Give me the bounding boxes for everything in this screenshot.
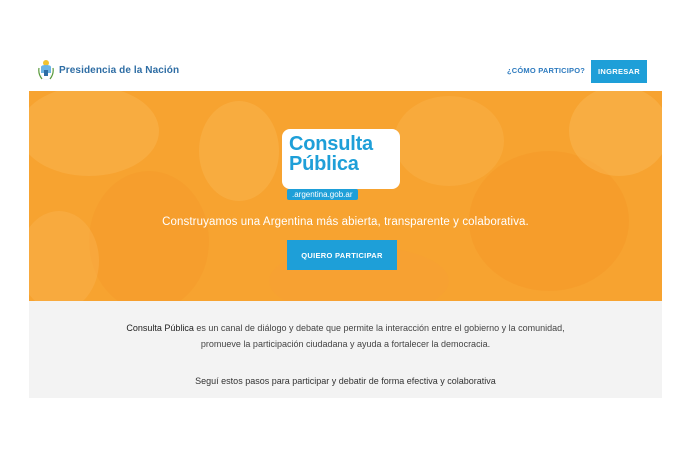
header: Presidencia de la Nación ¿CÓMO PARTICIPO… [29, 50, 662, 91]
intro-line1: es un canal de diálogo y debate que perm… [193, 323, 565, 333]
consulta-publica-logo: Consulta Pública .argentina.gob.ar [282, 129, 402, 200]
brand-name: Presidencia de la Nación [59, 64, 180, 76]
hero-tagline: Construyamos una Argentina más abierta, … [162, 216, 529, 228]
intro-site-name: Consulta Pública [126, 323, 194, 333]
page: Presidencia de la Nación ¿CÓMO PARTICIPO… [29, 50, 662, 398]
coat-of-arms-icon [38, 60, 54, 80]
logo-title-line1: Consulta [289, 133, 373, 155]
logo-title-line2: Pública [289, 153, 359, 175]
participate-button[interactable]: QUIERO PARTICIPAR [287, 240, 397, 270]
intro-paragraph: Consulta Pública es un canal de diálogo … [29, 320, 662, 352]
how-to-participate-link[interactable]: ¿CÓMO PARTICIPO? [507, 66, 585, 75]
hero-banner: Consulta Pública .argentina.gob.ar Const… [29, 91, 662, 301]
intro-section: Consulta Pública es un canal de diálogo … [29, 301, 662, 398]
intro-line2: promueve la participación ciudadana y ay… [200, 339, 491, 349]
login-button[interactable]: INGRESAR [591, 60, 647, 83]
brand-link[interactable]: Presidencia de la Nación [38, 58, 179, 82]
steps-heading: Seguí estos pasos para participar y deba… [195, 376, 496, 386]
logo-domain: .argentina.gob.ar [287, 189, 358, 200]
